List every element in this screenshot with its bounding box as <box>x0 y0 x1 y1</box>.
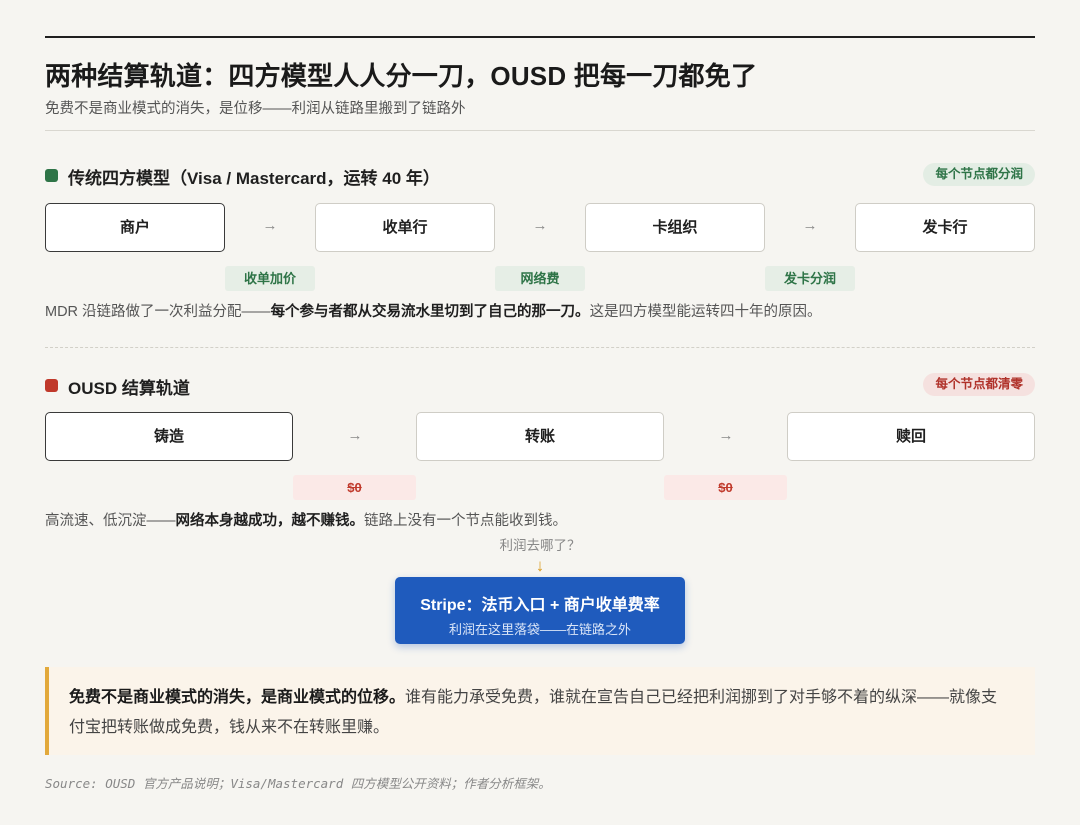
traditional-note-prefix: MDR 沿链路做了一次利益分配—— <box>45 304 271 320</box>
node-merchant: 商户 <box>45 203 225 252</box>
node-redeem: 赎回 <box>787 412 1035 461</box>
arrow-right-icon: → <box>532 217 548 234</box>
stripe-profit-subtitle: 利润在这里落袋——在链路之外 <box>448 622 631 637</box>
fee-tag-issuer-share: 发卡分润 <box>765 266 855 291</box>
callout-emphasis: 免费不是商业模式的消失，是商业模式的位移。 <box>69 689 406 706</box>
ousd-section-header: OUSD 结算轨道 每个节点都清零 <box>45 373 1035 398</box>
section-divider <box>45 347 1035 348</box>
conclusion-callout: 免费不是商业模式的消失，是商业模式的位移。谁有能力承受免费，谁就在宣告自己已经把… <box>45 667 1035 755</box>
arrow-right-icon: → <box>347 427 363 444</box>
stripe-profit-title: Stripe：法币入口 + 商户收单费率 <box>420 597 660 614</box>
page-subtitle: 免费不是商业模式的消失，是位移——利润从链路里搬到了链路外 <box>45 101 466 117</box>
traditional-section-title: 传统四方模型（Visa / Mastercard，运转 40 年） <box>68 169 440 188</box>
traditional-note: MDR 沿链路做了一次利益分配——每个参与者都从交易流水里切到了自己的那一刀。这… <box>45 300 822 321</box>
ousd-note: 高流速、低沉淀——网络本身越成功，越不赚钱。链路上没有一个节点能收到钱。 <box>45 509 567 530</box>
node-transfer: 转账 <box>416 412 664 461</box>
fee-tag-zero: $0 <box>293 475 416 500</box>
traditional-section-header: 传统四方模型（Visa / Mastercard，运转 40 年） 每个节点都分… <box>45 163 1035 188</box>
traditional-note-emphasis: 每个参与者都从交易流水里切到了自己的那一刀。 <box>270 304 590 320</box>
arrow-right-icon: → <box>802 217 818 234</box>
header-divider <box>45 130 1035 131</box>
red-square-icon <box>45 379 58 392</box>
arrow-right-icon: → <box>718 427 734 444</box>
ousd-section-title: OUSD 结算轨道 <box>68 379 190 398</box>
ousd-note-suffix: 链路上没有一个节点能收到钱。 <box>364 513 567 529</box>
green-square-icon <box>45 169 58 182</box>
profit-question: 利润去哪了？ <box>499 538 581 553</box>
traditional-note-suffix: 这是四方模型能运转四十年的原因。 <box>589 304 822 320</box>
page-title: 两种结算轨道：四方模型人人分一刀，OUSD 把每一刀都免了 <box>45 61 758 91</box>
ousd-note-prefix: 高流速、低沉淀—— <box>45 513 176 529</box>
arrow-right-icon: → <box>262 217 278 234</box>
node-issuer: 发卡行 <box>855 203 1035 252</box>
fee-tag-acquiring-markup: 收单加价 <box>225 266 315 291</box>
stripe-profit-box: Stripe：法币入口 + 商户收单费率 利润在这里落袋——在链路之外 <box>395 577 685 644</box>
arrow-down-icon: ↓ <box>535 556 545 575</box>
node-card-network: 卡组织 <box>585 203 765 252</box>
traditional-badge: 每个节点都分润 <box>923 163 1035 186</box>
ousd-note-emphasis: 网络本身越成功，越不赚钱。 <box>175 513 365 529</box>
fee-tag-zero: $0 <box>664 475 787 500</box>
node-mint: 铸造 <box>45 412 293 461</box>
fee-tag-network-fee: 网络费 <box>495 266 585 291</box>
source-note: Source: OUSD 官方产品说明；Visa/Mastercard 四方模型… <box>45 776 551 791</box>
node-acquirer: 收单行 <box>315 203 495 252</box>
ousd-badge: 每个节点都清零 <box>923 373 1035 396</box>
top-rule <box>45 36 1035 38</box>
